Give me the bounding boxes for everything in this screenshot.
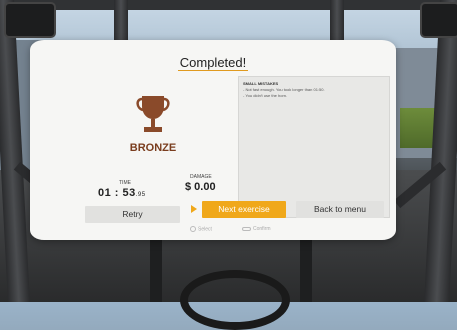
rank-label: BRONZE bbox=[129, 142, 177, 154]
next-exercise-button[interactable]: Next exercise bbox=[202, 201, 286, 218]
back-to-menu-button[interactable]: Back to menu bbox=[296, 201, 384, 218]
steering-wheel bbox=[180, 270, 290, 330]
damage-value: $ 0.00 bbox=[185, 181, 216, 193]
retry-button[interactable]: Retry bbox=[85, 206, 180, 223]
mirror-right bbox=[420, 2, 457, 38]
select-hint-label: Select bbox=[198, 226, 212, 233]
damage-label: DAMAGE bbox=[190, 174, 212, 180]
mistake-item: - You didn't use the horn. bbox=[243, 93, 288, 98]
mistakes-box: SMALL MISTAKES - Not fast enough. You to… bbox=[238, 76, 390, 218]
panel-title-text: Completed! bbox=[177, 55, 249, 71]
mast-lower-right bbox=[300, 236, 312, 302]
thumbstick-icon bbox=[190, 226, 196, 232]
panel-title: Completed! bbox=[30, 55, 396, 71]
trophy-icon bbox=[136, 96, 170, 132]
cab-roof bbox=[0, 0, 457, 10]
controller-trigger-icon bbox=[242, 226, 251, 231]
mirror-left bbox=[4, 2, 56, 38]
mistakes-heading: SMALL MISTAKES bbox=[243, 81, 279, 86]
select-hint: Select bbox=[190, 226, 212, 232]
time-value: 01 : 53.95 bbox=[98, 187, 146, 199]
time-fraction: .95 bbox=[135, 192, 146, 198]
results-panel: Completed! BRONZE SMALL MISTAKES - Not f… bbox=[30, 40, 396, 240]
selection-arrow-icon bbox=[191, 205, 197, 213]
mistake-item: - Not fast enough. You took longer than … bbox=[243, 87, 325, 92]
mast-lower-left bbox=[150, 236, 162, 302]
time-main: 01 : 53 bbox=[98, 187, 136, 199]
confirm-hint-label: Confirm bbox=[253, 226, 271, 232]
time-label: TIME bbox=[119, 180, 131, 186]
confirm-hint: Confirm bbox=[242, 226, 271, 232]
